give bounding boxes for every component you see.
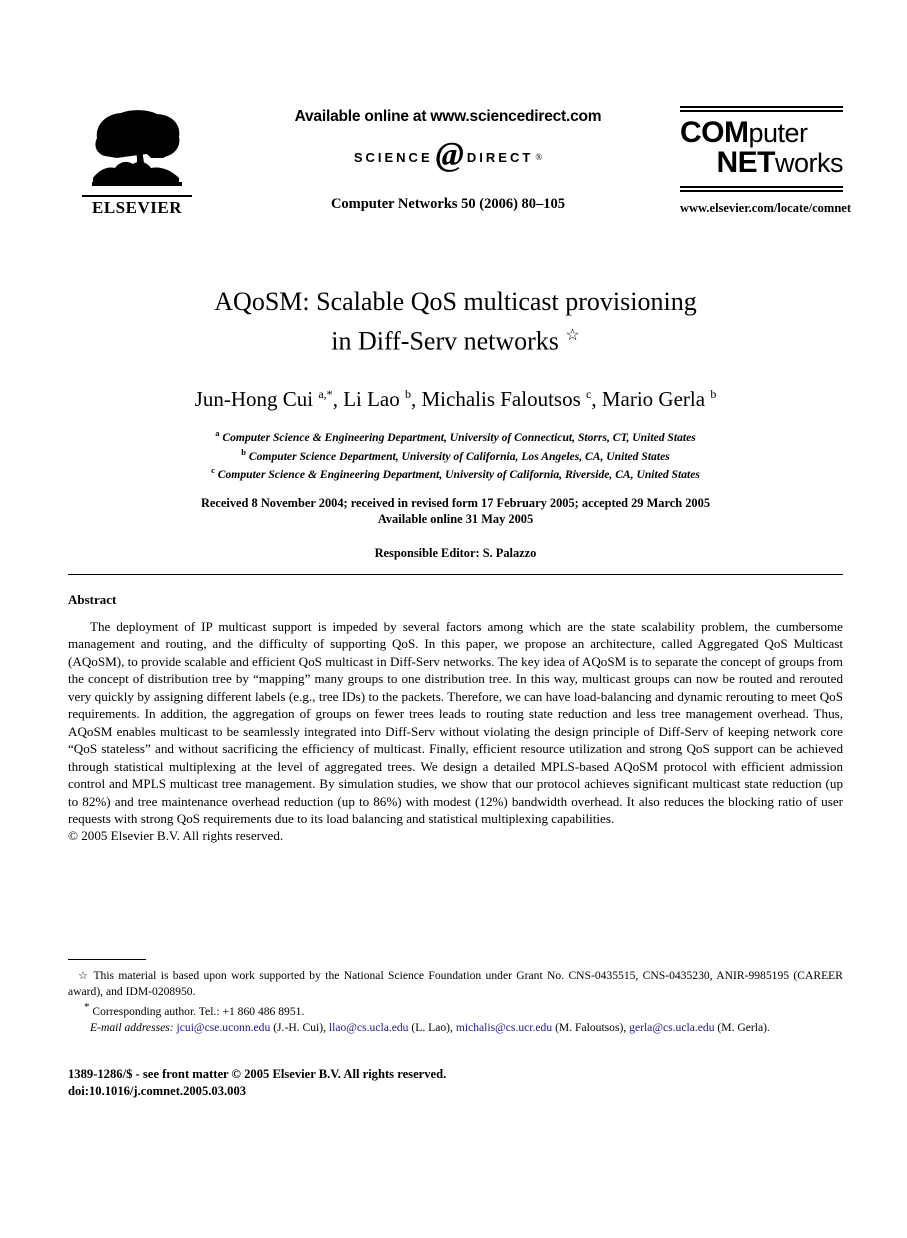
available-online-text: Available online at www.sciencedirect.co…: [294, 108, 602, 125]
footnote-star-icon: ☆: [78, 970, 90, 982]
title-line-2: in Diff-Serv networks: [331, 326, 559, 356]
affiliation-text: Computer Science & Engineering Departmen…: [222, 430, 696, 444]
paper-page: ELSEVIER Available online at www.science…: [0, 0, 907, 1238]
logo-line-networks: NETworks: [680, 146, 844, 179]
sciencedirect-direct-text: DIRECT: [466, 149, 534, 165]
email-owner-cui: (J.-H. Cui),: [273, 1021, 326, 1035]
affiliation-list: a Computer Science & Engineering Departm…: [68, 426, 843, 483]
logo-com-text: COM: [680, 116, 749, 149]
title-line-1: AQoSM: Scalable QoS multicast provisioni…: [214, 287, 697, 316]
email-owner-lao: (L. Lao),: [411, 1021, 453, 1035]
logo-wordmark: COMputer NETworks: [680, 112, 844, 182]
email-link-faloutsos[interactable]: michalis@cs.ucr.edu: [456, 1021, 552, 1034]
imprint-block: 1389-1286/$ - see front matter © 2005 El…: [68, 1066, 843, 1100]
affiliation-item: b Computer Science Department, Universit…: [68, 445, 843, 464]
footnote-emails: E-mail addresses: jcui@cse.uconn.edu (J.…: [68, 1020, 843, 1035]
logo-puter-text: puter: [748, 118, 809, 148]
masthead: ELSEVIER Available online at www.science…: [68, 100, 851, 250]
logo-works-text: works: [774, 148, 844, 178]
email-link-lao[interactable]: llao@cs.ucla.edu: [329, 1021, 409, 1034]
affiliation-item: a Computer Science & Engineering Departm…: [68, 426, 843, 445]
footnote-corresponding-author: * Corresponding author. Tel.: +1 860 486…: [68, 1000, 843, 1019]
logo-net-text: NET: [716, 146, 775, 179]
page-title: AQoSM: Scalable QoS multicast provisioni…: [68, 285, 843, 359]
computer-networks-logo: COMputer NETworks www.elsevier.com/locat…: [680, 106, 851, 216]
sciencedirect-block: Available online at www.sciencedirect.co…: [238, 108, 658, 213]
abstract-body: The deployment of IP multicast support i…: [68, 619, 843, 826]
affiliation-marker: b: [241, 446, 246, 457]
doi-line[interactable]: doi:10.1016/j.comnet.2005.03.003: [68, 1083, 843, 1100]
email-addresses-label: E-mail addresses:: [90, 1021, 174, 1035]
affiliation-marker: c: [211, 465, 215, 476]
elsevier-tree-icon: [92, 110, 182, 186]
footnote-asterisk-icon: *: [84, 1001, 90, 1014]
footnote-divider: [68, 959, 146, 960]
author-list: Jun-Hong Cui a,*, Li Lao b, Michalis Fal…: [194, 386, 717, 411]
logo-rule-bottom: [680, 186, 843, 192]
at-sign-icon: @: [435, 136, 464, 173]
email-link-cui[interactable]: jcui@cse.uconn.edu: [177, 1021, 271, 1034]
affiliation-text: Computer Science Department, University …: [248, 449, 670, 463]
footnote-grant-text: This material is based upon work support…: [68, 969, 843, 999]
affiliation-text: Computer Science & Engineering Departmen…: [217, 468, 700, 482]
journal-reference: Computer Networks 50 (2006) 80–105: [330, 196, 566, 212]
affiliation-item: c Computer Science & Engineering Departm…: [68, 463, 843, 482]
email-owner-gerla: (M. Gerla).: [717, 1021, 770, 1035]
email-link-gerla[interactable]: gerla@cs.ucla.edu: [629, 1021, 714, 1034]
sciencedirect-logo: SCIENCE @ DIRECT ®: [238, 136, 658, 173]
footnote-section: ☆ This material is based upon work suppo…: [68, 968, 843, 1036]
elsevier-logo: ELSEVIER: [82, 108, 192, 218]
abstract-section: Abstract The deployment of IP multicast …: [68, 592, 843, 845]
issn-front-matter: 1389-1286/$ - see front matter © 2005 El…: [68, 1067, 447, 1081]
received-dates: Received 8 November 2004; received in re…: [200, 496, 711, 511]
sciencedirect-science-text: SCIENCE: [353, 149, 433, 165]
abstract-divider: [68, 574, 843, 575]
title-footnote-star-icon[interactable]: ☆: [565, 327, 579, 344]
title-block: AQoSM: Scalable QoS multicast provisioni…: [68, 285, 843, 561]
registered-trademark-icon: ®: [535, 152, 543, 162]
journal-url[interactable]: www.elsevier.com/locate/comnet: [680, 201, 851, 216]
footnote-corresponding-text: Corresponding author. Tel.: +1 860 486 8…: [92, 1005, 305, 1019]
elsevier-wordmark: ELSEVIER: [82, 195, 192, 218]
available-online-date: Available online 31 May 2005: [377, 511, 534, 526]
footnote-grant: ☆ This material is based upon work suppo…: [68, 968, 843, 999]
email-owner-faloutsos: (M. Faloutsos),: [555, 1021, 627, 1035]
affiliation-marker: a: [215, 427, 220, 438]
article-history: Received 8 November 2004; received in re…: [68, 496, 843, 527]
responsible-editor: Responsible Editor: S. Palazzo: [374, 546, 537, 561]
logo-line-computer: COMputer: [680, 116, 843, 149]
abstract-heading: Abstract: [68, 592, 117, 607]
abstract-copyright: © 2005 Elsevier B.V. All rights reserved…: [68, 828, 284, 844]
